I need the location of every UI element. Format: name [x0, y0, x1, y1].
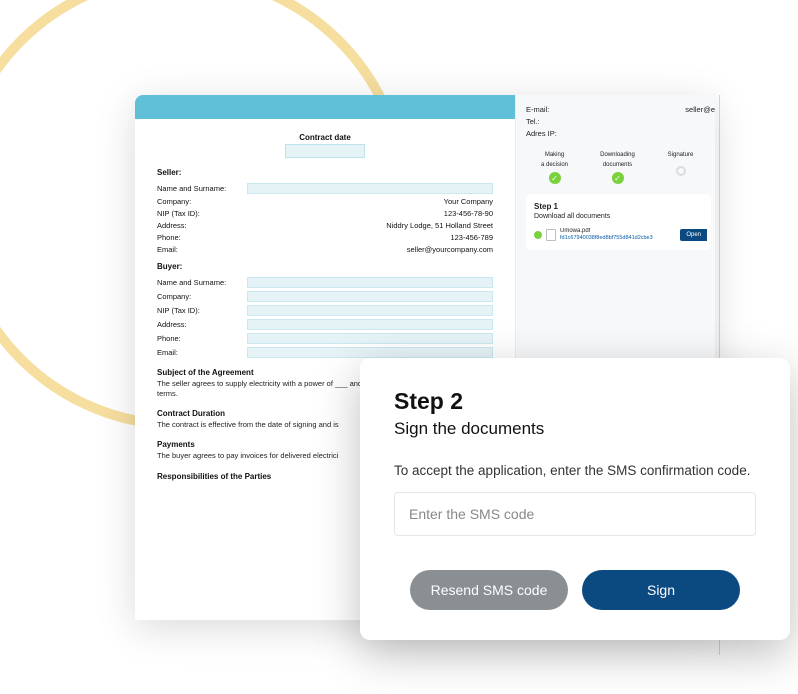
- seller-company-label: Company:: [157, 197, 247, 206]
- seller-nip-label: NIP (Tax ID):: [157, 209, 247, 218]
- step-decision-label1: Making: [545, 152, 564, 158]
- email-label: E-mail:: [526, 105, 549, 114]
- resend-sms-button[interactable]: Resend SMS code: [410, 570, 568, 610]
- sms-modal: Step 2 Sign the documents To accept the …: [360, 358, 790, 640]
- sms-code-input[interactable]: Enter the SMS code: [394, 492, 756, 536]
- seller-nip-value: 123-456-78-90: [247, 209, 493, 218]
- step-decision: Making a decision ✓: [526, 152, 583, 184]
- seller-address-value: Niddry Lodge, 51 Holland Street: [247, 221, 493, 230]
- ip-label: Adres IP:: [526, 129, 557, 138]
- buyer-nip-label: NIP (Tax ID):: [157, 306, 247, 315]
- buyer-email-label: Email:: [157, 348, 247, 357]
- buyer-phone-input[interactable]: [247, 333, 493, 344]
- step-decision-label2: a decision: [541, 162, 568, 168]
- contract-title: Contract date: [157, 133, 493, 142]
- modal-description: To accept the application, enter the SMS…: [394, 463, 756, 478]
- buyer-phone-label: Phone:: [157, 334, 247, 343]
- buyer-company-input[interactable]: [247, 291, 493, 302]
- doc-name: Umowa.pdf: [560, 228, 676, 235]
- seller-phone-label: Phone:: [157, 233, 247, 242]
- document-row: Umowa.pdf fd1c67940038f8ed8bf755d841d2cb…: [534, 228, 703, 242]
- check-icon: ✓: [549, 172, 561, 184]
- seller-name-input[interactable]: [247, 183, 493, 194]
- step-signature: Signature: [652, 152, 709, 184]
- modal-title: Step 2: [394, 388, 756, 415]
- contract-date-input[interactable]: [285, 144, 365, 158]
- seller-email-label: Email:: [157, 245, 247, 254]
- seller-name-label: Name and Surname:: [157, 184, 247, 193]
- check-icon: ✓: [612, 172, 624, 184]
- step-download-label1: Downloading: [600, 152, 635, 158]
- buyer-address-input[interactable]: [247, 319, 493, 330]
- buyer-name-input[interactable]: [247, 277, 493, 288]
- seller-section-label: Seller:: [157, 168, 493, 177]
- seller-company-value: Your Company: [247, 197, 493, 206]
- step1-subtitle: Download all documents: [534, 213, 703, 220]
- step1-title: Step 1: [534, 202, 703, 211]
- open-button[interactable]: Open: [680, 229, 707, 241]
- step-signature-label1: Signature: [668, 152, 694, 158]
- buyer-address-label: Address:: [157, 320, 247, 329]
- step-download: Downloading documents ✓: [589, 152, 646, 184]
- buyer-name-label: Name and Surname:: [157, 278, 247, 287]
- email-value: seller@e: [685, 105, 715, 114]
- buyer-nip-input[interactable]: [247, 305, 493, 316]
- sign-button[interactable]: Sign: [582, 570, 740, 610]
- progress-steps: Making a decision ✓ Downloading document…: [526, 152, 715, 184]
- buyer-company-label: Company:: [157, 292, 247, 301]
- sms-placeholder: Enter the SMS code: [409, 506, 534, 522]
- tel-label: Tel.:: [526, 117, 540, 126]
- file-icon: [546, 229, 556, 241]
- step1-card: Step 1 Download all documents Umowa.pdf …: [526, 194, 711, 250]
- contract-topbar: [135, 95, 515, 119]
- buyer-email-input[interactable]: [247, 347, 493, 358]
- seller-address-label: Address:: [157, 221, 247, 230]
- empty-circle-icon: [676, 166, 686, 176]
- seller-phone-value: 123-456-789: [247, 233, 493, 242]
- modal-subtitle: Sign the documents: [394, 419, 756, 439]
- check-icon: [534, 231, 542, 239]
- seller-email-value: seller@yourcompany.com: [247, 245, 493, 254]
- doc-hash: fd1c67940038f8ed8bf755d841d2cbe3: [560, 235, 676, 242]
- step-download-label2: documents: [603, 162, 632, 168]
- buyer-section-label: Buyer:: [157, 262, 493, 271]
